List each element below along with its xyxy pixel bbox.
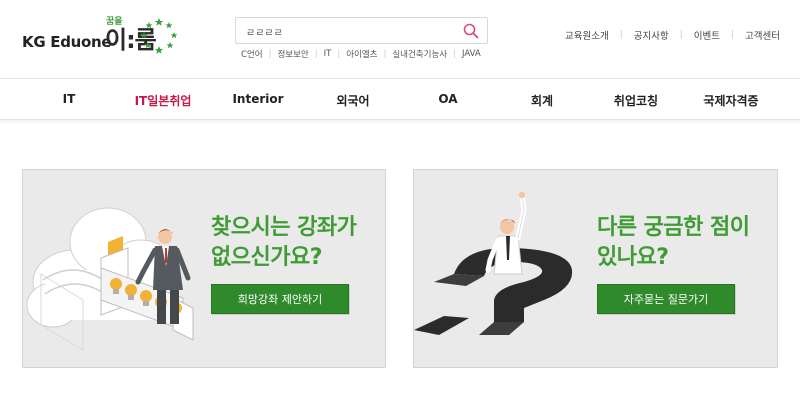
star-wreath-icon [140, 18, 178, 54]
nav-item-it-japan-job[interactable]: IT일본취업 [135, 92, 192, 109]
divider: | [679, 30, 683, 40]
main-nav: IT IT일본취업 Interior 외국어 OA 회계 취업코칭 국제자격증 [0, 78, 800, 120]
divider: | [383, 49, 387, 59]
logo[interactable]: KG Eduone 꿈을 이:룸 [22, 14, 192, 60]
header: KG Eduone 꿈을 이:룸 C언어 | 정보보안 | IT [0, 0, 800, 78]
util-link-about[interactable]: 교육원소개 [565, 28, 609, 42]
nav-item-it[interactable]: IT [63, 92, 76, 106]
search-box [235, 17, 488, 44]
util-link-event[interactable]: 이벤트 [694, 28, 720, 42]
logo-brand: KG Eduone [22, 33, 112, 51]
keyword-link[interactable]: C언어 [241, 48, 263, 60]
faq-button[interactable]: 자주묻는 질문가기 [597, 284, 735, 314]
banner-title-line2: 있나요? [597, 245, 669, 270]
keyword-link[interactable]: 실내건축기능사 [392, 48, 447, 60]
nav-item-intl-certification[interactable]: 국제자격증 [703, 92, 758, 109]
banner-title-line2: 없으신가요? [211, 245, 322, 270]
banner-faq[interactable]: 다른 궁금한 점이 있나요? 자주묻는 질문가기 [413, 169, 778, 368]
divider: | [268, 49, 272, 59]
search-input[interactable] [246, 22, 456, 40]
divider: | [314, 49, 318, 59]
nav-item-interior[interactable]: Interior [232, 92, 283, 106]
popular-keywords: C언어 | 정보보안 | IT | 아이엘츠 | 실내건축기능사 | JAVA [241, 48, 481, 60]
keyword-link[interactable]: 정보보안 [277, 48, 308, 60]
question-mark-man-illustration [414, 191, 573, 335]
divider: | [453, 49, 456, 59]
divider: | [730, 30, 735, 40]
keyword-link[interactable]: IT [324, 49, 332, 59]
utility-links: 교육원소개 | 공지사항 | 이벤트 | 고객센터 [565, 28, 780, 42]
divider: | [619, 30, 623, 40]
cloud-cabinet-illustration [26, 207, 194, 351]
request-course-button[interactable]: 희망강좌 제안하기 [211, 284, 349, 314]
banner-title-line1: 다른 궁금한 점이 [597, 215, 750, 240]
keyword-link[interactable]: JAVA [462, 49, 481, 59]
divider: | [337, 49, 341, 59]
keyword-link[interactable]: 아이엘츠 [346, 48, 377, 60]
banner-course-request[interactable]: 찾으시는 강좌가 없으신가요? 희망강좌 제안하기 [22, 169, 386, 368]
banner-title-line1: 찾으시는 강좌가 [211, 215, 357, 240]
search-icon[interactable] [462, 22, 480, 40]
util-link-notice[interactable]: 공지사항 [634, 28, 669, 42]
nav-item-job-coaching[interactable]: 취업코칭 [614, 92, 658, 109]
nav-item-foreign-language[interactable]: 외국어 [336, 92, 369, 109]
nav-item-oa[interactable]: OA [438, 92, 457, 106]
util-link-support[interactable]: 고객센터 [745, 28, 780, 42]
nav-item-accounting[interactable]: 회계 [531, 92, 553, 109]
